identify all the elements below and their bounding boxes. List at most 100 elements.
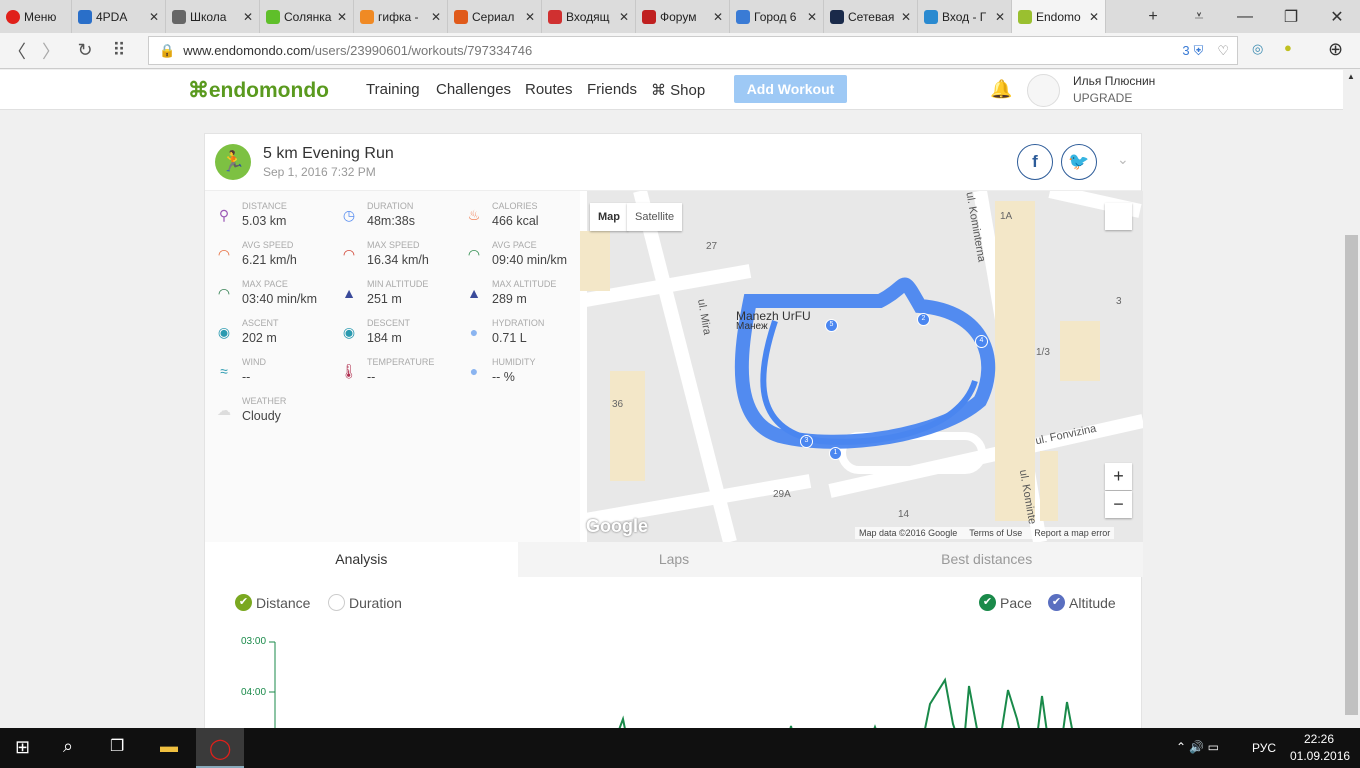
back-button[interactable]: 〈 [0,38,34,64]
browser-tab[interactable]: Вход - Г ✕ [918,0,1012,33]
close-tab-icon[interactable]: ✕ [1089,10,1099,24]
stat-value: 6.21 km/h [242,253,297,267]
endomondo-logo[interactable]: ⌘ endomondo [188,78,329,103]
mountain-icon: ▲ [342,285,356,301]
task-view-icon[interactable]: ❐ [110,736,124,756]
distance-radio[interactable]: ✔ Distance [235,594,310,611]
browser-tab[interactable]: Солянка ✕ [260,0,354,33]
close-tab-icon[interactable]: ✕ [149,10,159,24]
add-workout-button[interactable]: Add Workout [734,75,847,103]
bell-icon[interactable]: 🔔 [990,79,1012,100]
pace-chart[interactable] [205,634,1143,728]
browser-tab[interactable]: Сетевая ✕ [824,0,918,33]
fullscreen-button[interactable] [1105,203,1132,230]
adblock-icon[interactable]: ⛨ [1194,43,1204,59]
scrollbar-thumb[interactable] [1345,235,1358,715]
vpn-icon[interactable]: ◎ [1252,41,1263,57]
browser-tab[interactable]: Входящ ✕ [542,0,636,33]
building-label: 29A [773,489,791,500]
altitude-checkbox[interactable]: ✔ Altitude [1048,594,1116,611]
tray-icons[interactable]: ⌃ 🔊 ▭ [1176,740,1219,754]
upgrade-link[interactable]: UPGRADE [1073,91,1132,105]
browser-tab[interactable]: Форум ✕ [636,0,730,33]
twitter-share-button[interactable]: 🐦 [1061,144,1097,180]
opera-menu-button[interactable]: Меню [0,0,72,33]
bookmark-heart-icon[interactable]: ♡ [1217,43,1229,59]
close-tab-icon[interactable]: ✕ [337,10,347,24]
duration-radio[interactable]: Duration [328,594,402,611]
browser-tab[interactable]: Город 6 ✕ [730,0,824,33]
browser-tab[interactable]: Сериал ✕ [448,0,542,33]
stat-label: ASCENT [242,318,279,328]
map-attribution: Map data ©2016 Google Terms of Use Report … [855,527,1115,539]
close-tab-icon[interactable]: ✕ [431,10,441,24]
close-tab-icon[interactable]: ✕ [525,10,535,24]
close-window-button[interactable]: ✕ [1314,7,1360,27]
nav-shop[interactable]: ⌘ Shop [651,81,705,99]
opera-taskbar-button[interactable]: ◯ [196,728,244,768]
avatar[interactable] [1027,74,1060,107]
nav-friends[interactable]: Friends [587,81,637,98]
route-marker[interactable]: 2 [917,313,930,326]
zoom-in-button[interactable]: + [1105,463,1132,490]
reload-button[interactable]: ↻ [68,40,102,61]
windows-start-icon[interactable]: ⊞ [15,737,30,758]
browser-tab[interactable]: 4PDA ✕ [72,0,166,33]
tab-label: Сетевая [848,9,895,24]
route-marker[interactable]: 5 [825,319,838,332]
forward-button[interactable]: 〉 [34,38,68,64]
browser-tab[interactable]: гифка - ✕ [354,0,448,33]
file-explorer-icon[interactable]: ▬ [160,736,178,757]
nav-challenges[interactable]: Challenges [436,81,511,98]
favicon-icon [172,9,186,24]
stat-avg-pace: ◠ AVG PACE 09:40 min/km [455,238,580,277]
downloads-icon[interactable]: ⊕ [1328,39,1343,60]
map-type-map-button[interactable]: Map [590,203,628,231]
nav-routes[interactable]: Routes [525,81,573,98]
close-tab-icon[interactable]: ✕ [713,10,723,24]
speed-dial-icon[interactable]: ⠿ [102,40,136,61]
scrollbar[interactable]: ▲ [1343,70,1360,728]
empty-circle-icon [328,594,345,611]
user-name[interactable]: Илья Плюснин [1073,74,1155,88]
stat-label: AVG SPEED [242,240,294,250]
facebook-share-button[interactable]: f [1017,144,1053,180]
map-type-satellite-button[interactable]: Satellite [627,203,683,231]
nav-training[interactable]: Training [366,81,420,98]
zoom-out-button[interactable]: − [1105,491,1132,518]
terms-link[interactable]: Terms of Use [969,528,1022,538]
stopwatch-icon: ◷ [342,207,356,223]
browser-tab[interactable]: Endomo ✕ [1012,0,1106,33]
pace-checkbox[interactable]: ✔ Pace [979,594,1032,611]
close-tab-icon[interactable]: ✕ [243,10,253,24]
close-tab-icon[interactable]: ✕ [807,10,817,24]
tab-laps[interactable]: Laps [517,542,831,577]
search-icon[interactable]: ⌕ [63,736,73,757]
report-link[interactable]: Report a map error [1034,528,1110,538]
close-tab-icon[interactable]: ✕ [901,10,911,24]
close-tab-icon[interactable]: ✕ [619,10,629,24]
route-map[interactable]: Manezh UrFU Манеж 27 1A 36 1/3 3 29A 14 … [580,191,1143,542]
chevron-down-icon[interactable]: ⌄ [1117,151,1129,168]
clock-date[interactable]: 01.09.2016 [1290,749,1350,763]
tab-best-distances[interactable]: Best distances [830,542,1144,577]
extension-icon[interactable]: ● [1284,40,1292,55]
minimize-button[interactable]: — [1222,8,1268,26]
stat-value: 289 m [492,292,527,306]
route-marker[interactable]: 3 [800,435,813,448]
new-tab-button[interactable]: + [1130,8,1176,26]
route-marker[interactable]: 1 [829,447,842,460]
maximize-button[interactable]: ❐ [1268,7,1314,27]
clock-time[interactable]: 22:26 [1304,732,1334,746]
route-marker[interactable]: 4 [975,335,988,348]
stat-label: MAX SPEED [367,240,420,250]
close-tab-icon[interactable]: ✕ [995,10,1005,24]
tab-analysis[interactable]: Analysis [205,542,518,577]
language-indicator[interactable]: РУС [1252,741,1276,755]
browser-tab[interactable]: Школа ✕ [166,0,260,33]
url-field[interactable]: 🔒 www.endomondo.com/users/23990601/workou… [148,36,1238,65]
flame-icon: ♨ [467,207,481,223]
tab-menu-icon[interactable]: ⩡ [1176,8,1222,26]
building-label: 3 [1116,296,1122,307]
adblock-count: 3 [1182,43,1190,58]
